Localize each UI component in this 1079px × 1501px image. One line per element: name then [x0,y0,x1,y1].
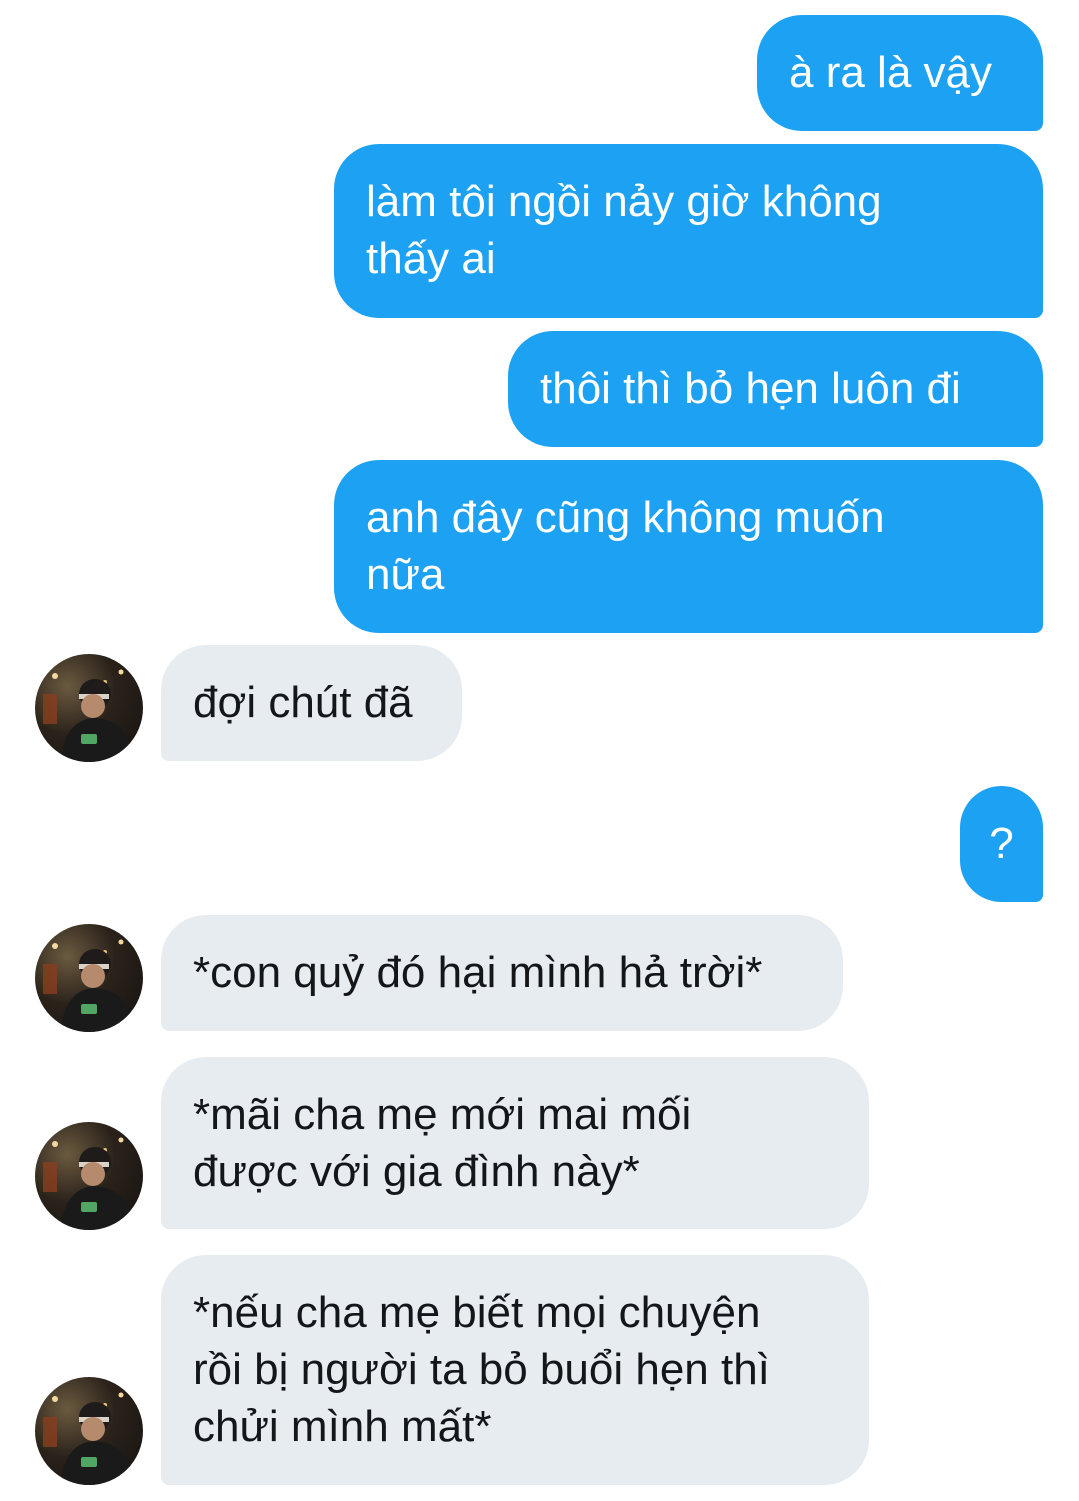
user-avatar-icon [43,669,135,762]
message-sent-5[interactable]: ? [960,786,1043,902]
avatar[interactable] [35,654,143,762]
avatar[interactable] [35,1122,143,1230]
message-sent-4[interactable]: anh đây cũng không muốn nữa [334,460,1043,633]
user-avatar-icon [43,1392,135,1485]
message-sent-3[interactable]: thôi thì bỏ hẹn luôn đi [508,331,1043,447]
message-received-4[interactable]: *nếu cha mẹ biết mọi chuyện rồi bị người… [161,1255,869,1485]
avatar[interactable] [35,924,143,1032]
message-received-2[interactable]: *con quỷ đó hại mình hả trời* [161,915,843,1031]
message-sent-2[interactable]: làm tôi ngồi nảy giờ không thấy ai [334,144,1043,318]
message-received-1[interactable]: đợi chút đã [161,645,462,761]
user-avatar-icon [43,1137,135,1230]
user-avatar-icon [43,939,135,1032]
avatar[interactable] [35,1377,143,1485]
message-received-3[interactable]: *mãi cha mẹ mới mai mối được với gia đìn… [161,1057,869,1229]
message-sent-1[interactable]: à ra là vậy [757,15,1043,131]
